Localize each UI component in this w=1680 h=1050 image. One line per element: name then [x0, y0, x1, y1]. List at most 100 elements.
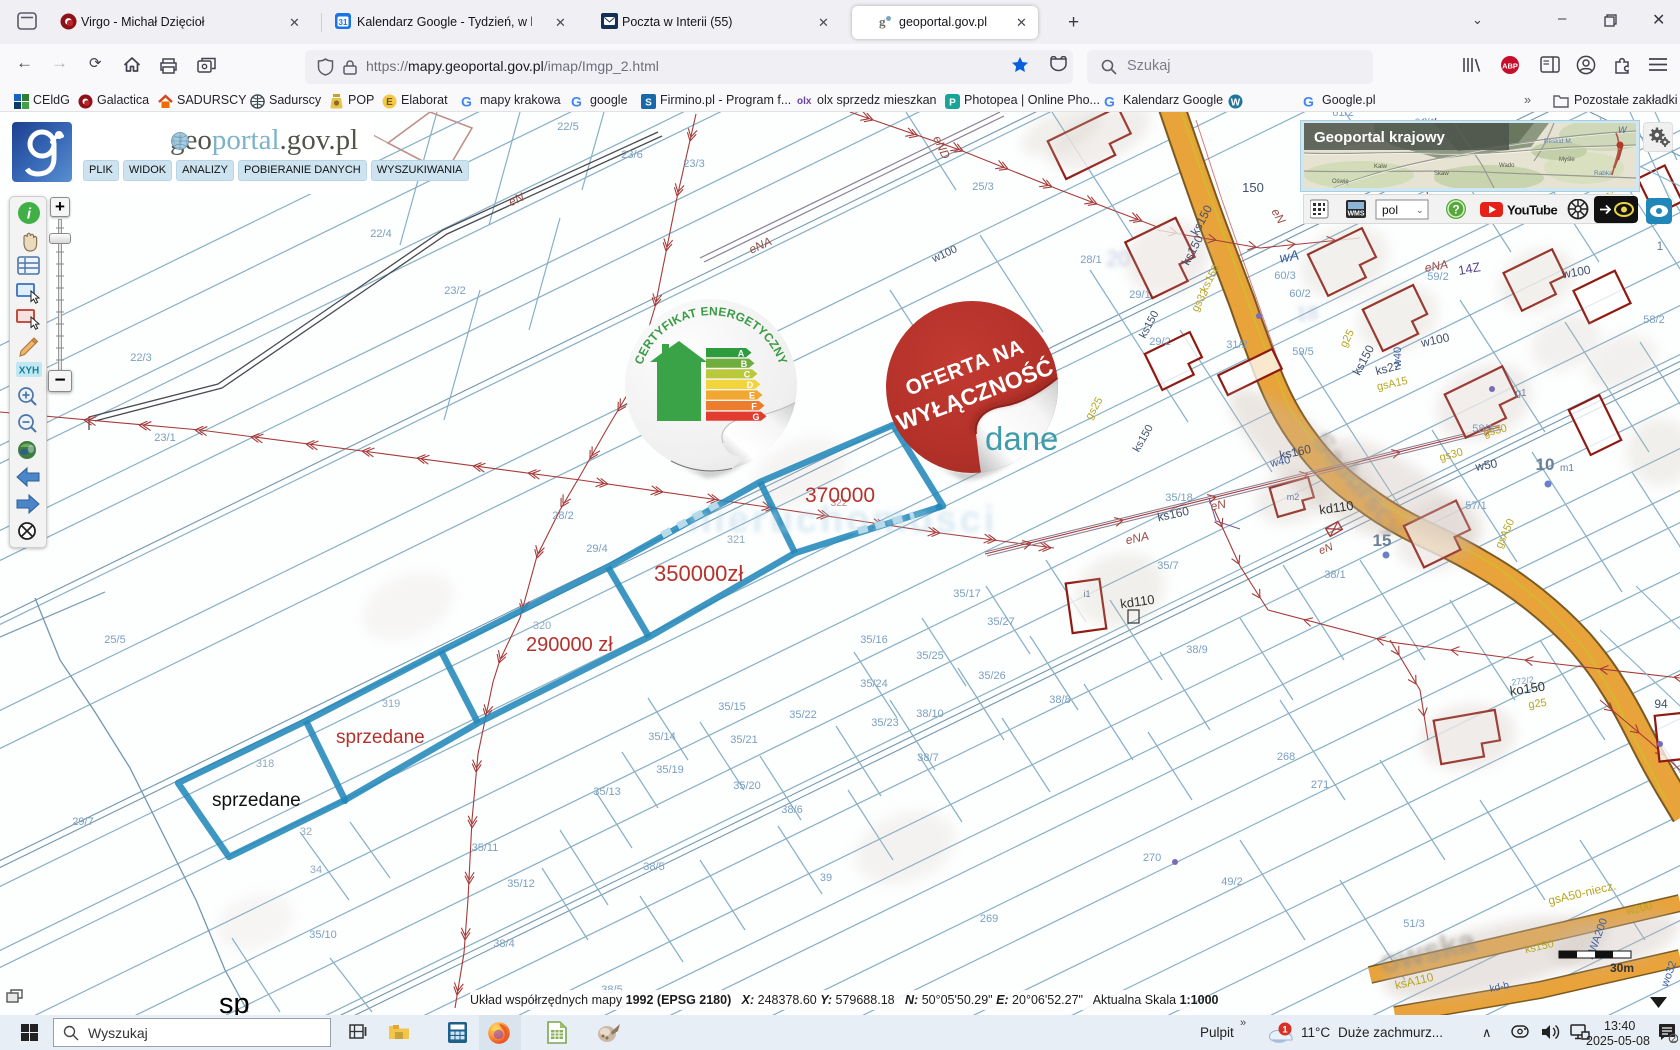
svg-text:28/2: 28/2 [552, 510, 573, 522]
svg-text:35/22: 35/22 [789, 709, 817, 721]
svg-text:320: 320 [533, 620, 551, 632]
svg-text:ks150: ks150 [1131, 423, 1156, 454]
svg-text:18: 18 [1296, 303, 1318, 325]
svg-text:pol: pol [1382, 203, 1398, 217]
svg-text:38/7: 38/7 [917, 752, 938, 764]
svg-text:28/1: 28/1 [1080, 254, 1101, 266]
svg-text:23/2: 23/2 [444, 285, 465, 297]
svg-text:34: 34 [310, 864, 322, 876]
svg-text:E: E [386, 97, 393, 108]
svg-text:38/6: 38/6 [781, 804, 802, 816]
svg-text:318: 318 [256, 758, 274, 770]
svg-text:eN: eN [1317, 541, 1334, 557]
svg-text:gs32: gs32 [1189, 287, 1211, 314]
svg-text:Geoportal krajowy: Geoportal krajowy [1314, 129, 1446, 146]
svg-text:94: 94 [1654, 697, 1668, 711]
svg-text:60/2: 60/2 [1289, 288, 1310, 300]
svg-text:eNA: eNA [1124, 529, 1150, 548]
svg-text:35/14: 35/14 [648, 731, 676, 743]
svg-text:35/21: 35/21 [730, 734, 758, 746]
svg-text:29/7: 29/7 [72, 816, 93, 828]
svg-text:m1: m1 [1560, 463, 1574, 474]
svg-text:W: W [1231, 98, 1241, 109]
svg-text:A: A [738, 348, 745, 358]
svg-text:gs25: gs25 [1083, 395, 1105, 422]
svg-text:23/3: 23/3 [683, 158, 704, 170]
svg-text:E: E [749, 391, 755, 401]
svg-text:38/8: 38/8 [1049, 694, 1070, 706]
svg-text:35/16: 35/16 [860, 634, 888, 646]
svg-text:31: 31 [339, 18, 348, 27]
svg-text:35/26: 35/26 [978, 670, 1006, 682]
svg-text:10: 10 [1536, 455, 1555, 474]
svg-text:w50: w50 [1473, 456, 1498, 474]
svg-text:?: ? [1452, 203, 1459, 217]
svg-text:58/2: 58/2 [1643, 314, 1664, 326]
svg-text:ks150: ks150 [1350, 342, 1378, 377]
svg-text:wA: wA [1278, 247, 1300, 266]
svg-text:35/23: 35/23 [871, 717, 899, 729]
svg-text:60/3: 60/3 [1274, 270, 1295, 282]
svg-text:sprzedane: sprzedane [212, 790, 301, 811]
svg-text:35/15: 35/15 [718, 701, 746, 713]
svg-text:g25: g25 [1528, 697, 1548, 711]
svg-text:Kalw: Kalw [1374, 164, 1388, 170]
svg-text:35/27: 35/27 [987, 616, 1015, 628]
svg-text:gsA50: gsA50 [1493, 517, 1517, 550]
svg-text:25/5: 25/5 [104, 634, 125, 646]
svg-text:Myśle: Myśle [1559, 157, 1575, 163]
svg-text:22/3: 22/3 [130, 352, 151, 364]
svg-text:G: G [571, 94, 582, 109]
svg-text:25/3: 25/3 [972, 181, 993, 193]
svg-text:57/1: 57/1 [1465, 500, 1486, 512]
svg-text:23/6: 23/6 [621, 149, 642, 161]
svg-text:35/13: 35/13 [593, 786, 621, 798]
svg-text:29/4: 29/4 [586, 543, 607, 555]
svg-text:22/5: 22/5 [557, 121, 578, 133]
svg-text:Oświę: Oświę [1332, 179, 1349, 185]
svg-text:29/1: 29/1 [1129, 289, 1150, 301]
svg-text:eN: eN [1209, 497, 1227, 514]
svg-text:gsA15: gsA15 [1376, 375, 1409, 393]
svg-text:Rabka: Rabka [1594, 170, 1613, 177]
svg-text:35/10: 35/10 [309, 929, 337, 941]
svg-text:ABP: ABP [1502, 61, 1518, 70]
svg-text:XYH: XYH [19, 366, 40, 377]
svg-text:G: G [1303, 94, 1314, 109]
svg-text:61/2: 61/2 [1332, 112, 1353, 119]
svg-text:g25: g25 [1338, 328, 1357, 350]
svg-text:35/24: 35/24 [860, 678, 888, 690]
svg-text:Skaw: Skaw [1434, 171, 1449, 177]
svg-text:29/2: 29/2 [1149, 336, 1170, 348]
svg-text:G: G [461, 94, 472, 109]
svg-text:G: G [1104, 94, 1115, 109]
svg-text:G: G [752, 412, 759, 422]
svg-text:14Z: 14Z [1457, 259, 1482, 278]
svg-text:2: 2 [1671, 1034, 1676, 1043]
svg-text:35/18: 35/18 [1165, 492, 1193, 504]
svg-text:319: 319 [382, 698, 400, 710]
svg-text:S: S [645, 98, 652, 109]
svg-text:w100: w100 [929, 243, 959, 265]
svg-text:35/20: 35/20 [733, 780, 761, 792]
svg-text:35/19: 35/19 [656, 764, 684, 776]
svg-text:51/3: 51/3 [1403, 918, 1424, 930]
svg-text:38/5: 38/5 [643, 861, 664, 873]
svg-text:F: F [751, 401, 757, 411]
svg-text:39: 39 [820, 872, 832, 884]
svg-text:32: 32 [300, 826, 312, 838]
svg-text:38/9: 38/9 [1186, 644, 1207, 656]
svg-text:269: 269 [980, 913, 998, 925]
svg-text:B: B [741, 359, 748, 369]
svg-text:290000 zł: 290000 zł [526, 634, 613, 656]
svg-text:38/1: 38/1 [1324, 569, 1345, 581]
svg-text:1: 1 [1282, 1025, 1288, 1036]
svg-text:35/25: 35/25 [916, 650, 944, 662]
svg-text:Wado: Wado [1499, 163, 1515, 169]
svg-text:35/11: 35/11 [472, 842, 499, 854]
svg-text:22/4: 22/4 [370, 228, 391, 240]
svg-text:ks160: ks160 [1156, 504, 1191, 524]
svg-text:20: 20 [1106, 246, 1130, 271]
svg-text:370000: 370000 [805, 484, 875, 507]
svg-text:gsA50-niecz.: gsA50-niecz. [1547, 878, 1618, 907]
